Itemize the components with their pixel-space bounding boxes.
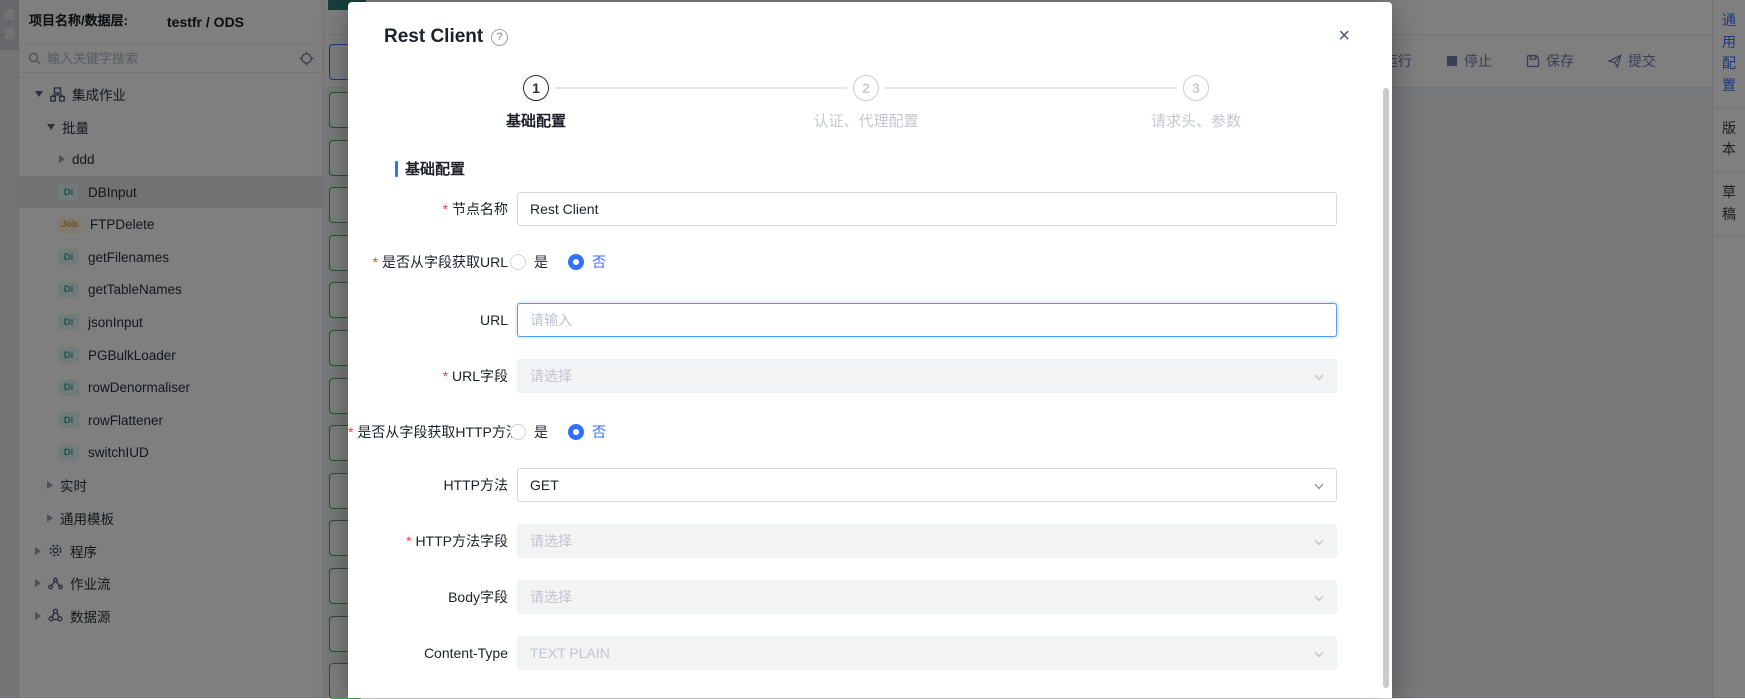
select-placeholder: 请选择 bbox=[530, 531, 572, 551]
field-row-url: URL bbox=[348, 303, 1392, 337]
select-value: GET bbox=[530, 477, 559, 493]
http-method-select[interactable]: GET bbox=[517, 468, 1337, 502]
node-name-input[interactable] bbox=[517, 192, 1337, 226]
url-from-field-label: 是否从字段获取URL bbox=[348, 252, 508, 272]
url-field-select[interactable]: 请选择 bbox=[517, 359, 1337, 393]
url-input[interactable] bbox=[517, 303, 1337, 337]
radio-no-label: 否 bbox=[592, 422, 606, 442]
field-row-url-from-field: 是否从字段获取URL 是 否 bbox=[348, 245, 1392, 279]
step-1-circle[interactable]: 1 bbox=[523, 75, 549, 101]
step-3-label: 请求头、参数 bbox=[1151, 110, 1241, 131]
field-row-url-field: URL字段 请选择 bbox=[348, 359, 1392, 393]
rest-client-dialog: Rest Client ? × 1 2 3 基础配置 认证、代理配置 请求头、参… bbox=[348, 2, 1392, 698]
select-placeholder: 请选择 bbox=[530, 366, 572, 386]
chevron-down-icon bbox=[1313, 648, 1325, 660]
field-row-body-field: Body字段 请选择 bbox=[348, 580, 1392, 614]
http-method-field-select[interactable]: 请选择 bbox=[517, 524, 1337, 558]
url-field-label: URL字段 bbox=[348, 366, 508, 386]
url-label: URL bbox=[348, 312, 508, 328]
help-icon[interactable]: ? bbox=[491, 29, 508, 46]
http-method-field-label: HTTP方法字段 bbox=[348, 531, 508, 551]
radio-on-icon[interactable] bbox=[568, 424, 584, 440]
radio-on-icon[interactable] bbox=[568, 254, 584, 270]
radio-off-icon[interactable] bbox=[510, 254, 526, 270]
close-icon[interactable]: × bbox=[1338, 26, 1350, 46]
body-field-label: Body字段 bbox=[348, 587, 508, 607]
body-field-select[interactable]: 请选择 bbox=[517, 580, 1337, 614]
step-2-label: 认证、代理配置 bbox=[813, 110, 918, 131]
radio-no-label: 否 bbox=[592, 252, 606, 272]
chevron-down-icon bbox=[1313, 592, 1325, 604]
chevron-down-icon bbox=[1313, 480, 1325, 492]
field-row-content-type: Content-Type TEXT PLAIN bbox=[348, 636, 1392, 670]
select-placeholder: 请选择 bbox=[530, 587, 572, 607]
section-accent-bar bbox=[395, 161, 398, 177]
chevron-down-icon bbox=[1313, 536, 1325, 548]
step-connector bbox=[555, 87, 847, 89]
section-header: 基础配置 bbox=[395, 158, 465, 179]
chevron-down-icon bbox=[1313, 371, 1325, 383]
step-2-circle[interactable]: 2 bbox=[853, 75, 879, 101]
step-1-label: 基础配置 bbox=[506, 110, 566, 131]
field-row-method-from-field: 是否从字段获取HTTP方法 是 否 bbox=[348, 415, 1392, 449]
radio-yes-label: 是 bbox=[534, 252, 548, 272]
node-name-label: 节点名称 bbox=[348, 199, 508, 219]
http-method-label: HTTP方法 bbox=[348, 475, 508, 495]
radio-no[interactable]: 否 bbox=[568, 252, 606, 272]
step-connector bbox=[885, 87, 1177, 89]
field-row-http-method: HTTP方法 GET bbox=[348, 468, 1392, 502]
field-row-http-method-field: HTTP方法字段 请选择 bbox=[348, 524, 1392, 558]
content-type-label: Content-Type bbox=[348, 645, 508, 661]
content-type-select[interactable]: TEXT PLAIN bbox=[517, 636, 1337, 670]
radio-yes[interactable]: 是 bbox=[510, 252, 548, 272]
radio-yes[interactable]: 是 bbox=[510, 422, 548, 442]
dialog-title: Rest Client ? bbox=[384, 26, 508, 48]
dialog-title-text: Rest Client bbox=[384, 26, 483, 48]
field-row-node-name: 节点名称 bbox=[348, 192, 1392, 226]
section-title: 基础配置 bbox=[405, 158, 465, 179]
step-3-circle[interactable]: 3 bbox=[1183, 75, 1209, 101]
radio-no[interactable]: 否 bbox=[568, 422, 606, 442]
radio-off-icon[interactable] bbox=[510, 424, 526, 440]
modal-scrollbar-thumb[interactable] bbox=[1383, 88, 1389, 688]
radio-yes-label: 是 bbox=[534, 422, 548, 442]
select-placeholder: TEXT PLAIN bbox=[530, 645, 610, 661]
method-from-field-label: 是否从字段获取HTTP方法 bbox=[348, 422, 508, 442]
